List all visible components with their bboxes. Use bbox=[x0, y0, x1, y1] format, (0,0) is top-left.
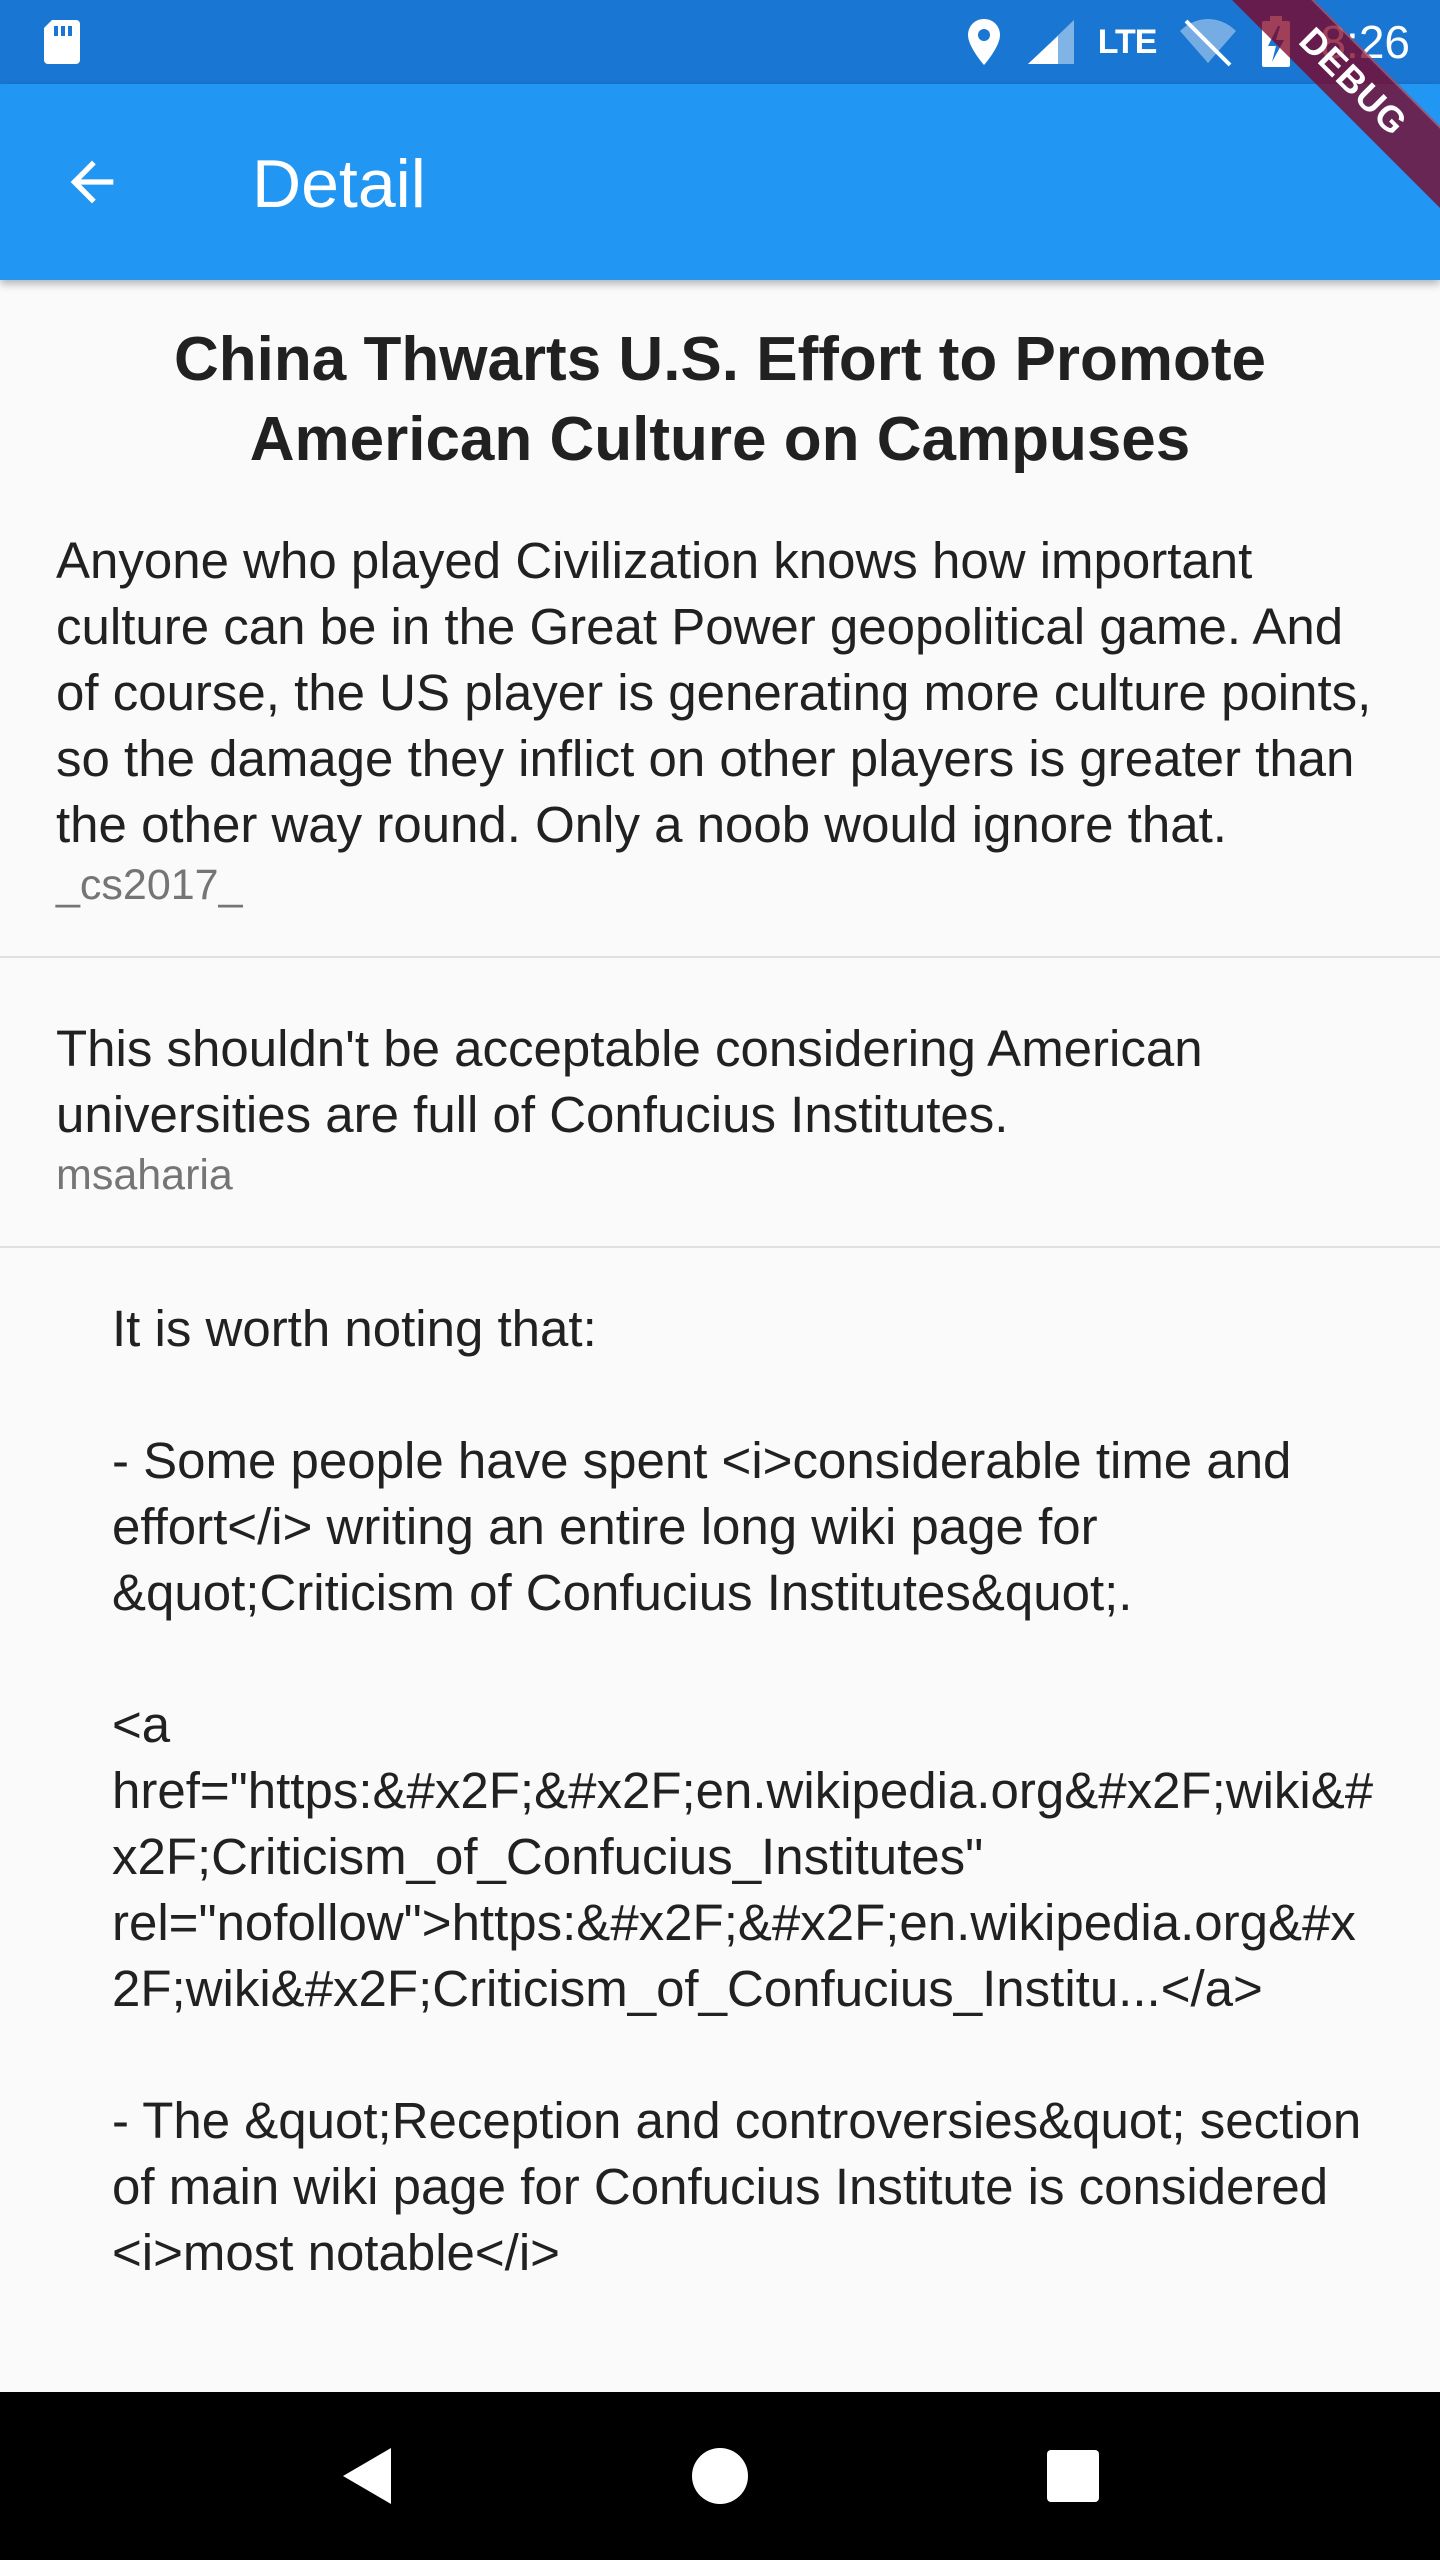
wifi-off-icon bbox=[1180, 19, 1237, 67]
sd-card-icon bbox=[44, 20, 80, 64]
recents-square-icon bbox=[1047, 2450, 1100, 2502]
nav-back-button[interactable] bbox=[307, 2416, 427, 2536]
detail-content[interactable]: China Thwarts U.S. Effort to Promote Ame… bbox=[0, 280, 1440, 2392]
comment-author: _cs2017_ bbox=[56, 861, 243, 909]
comment-text: This shouldn't be acceptable considering… bbox=[56, 1020, 1217, 1143]
comment-author: msaharia bbox=[56, 1151, 233, 1199]
comment-text: Anyone who played Civilization knows how… bbox=[56, 532, 1386, 853]
network-type-label: LTE bbox=[1097, 22, 1158, 61]
back-triangle-icon bbox=[342, 2448, 391, 2504]
article-title: China Thwarts U.S. Effort to Promote Ame… bbox=[174, 325, 1266, 474]
arrow-back-icon bbox=[70, 160, 114, 204]
nav-home-button[interactable] bbox=[660, 2416, 780, 2536]
screen: LTE 8:26 Detail DEBUG China Thwarts U.S.… bbox=[0, 0, 1440, 2560]
app-bar: Detail bbox=[0, 84, 1440, 280]
page-title: Detail bbox=[252, 146, 426, 222]
nav-recents-button[interactable] bbox=[1013, 2416, 1133, 2536]
location-icon bbox=[967, 19, 1000, 65]
back-button[interactable] bbox=[44, 134, 140, 230]
comment-item: Anyone who played Civilization knows how… bbox=[0, 528, 1440, 912]
divider bbox=[0, 1246, 1440, 1248]
comment-text: It is worth noting that: - Some people h… bbox=[112, 1300, 1374, 2281]
comment-item-reply: It is worth noting that: - Some people h… bbox=[0, 1296, 1440, 2286]
navigation-bar bbox=[0, 2392, 1440, 2560]
status-bar: LTE 8:26 bbox=[0, 0, 1440, 84]
cell-signal-icon bbox=[1027, 20, 1074, 64]
comment-item: This shouldn't be acceptable considering… bbox=[0, 1016, 1440, 1202]
divider bbox=[0, 956, 1440, 958]
home-circle-icon bbox=[691, 2448, 748, 2504]
